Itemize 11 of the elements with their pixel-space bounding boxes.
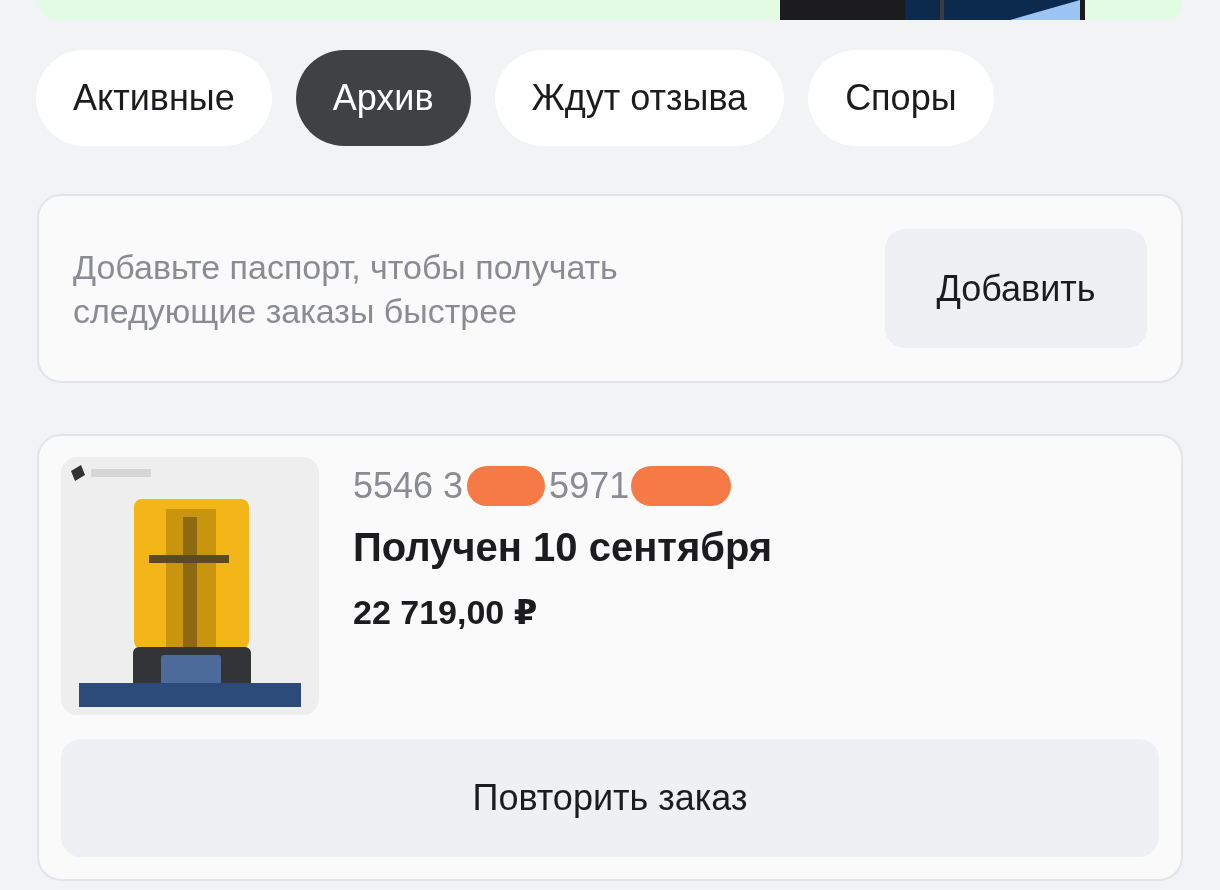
filter-tab[interactable]: Активные <box>36 50 272 146</box>
order-price: 22 719,00 ₽ <box>353 592 539 632</box>
filter-tab[interactable]: Ждут отзыва <box>494 50 785 146</box>
add-button[interactable]: Добавить <box>885 229 1147 348</box>
order-number: 5971 <box>549 465 630 507</box>
notice-text: Добавьте паспорт, чтобы получать следующие заказы быстрее <box>73 246 619 332</box>
filter-tab[interactable]: Архив <box>295 50 471 146</box>
order-number: 5546 3 <box>353 465 464 507</box>
order-status: Получен 10 сентября <box>353 525 773 570</box>
repeat-order-button[interactable]: Повторить заказ <box>61 739 1159 857</box>
filter-tab[interactable]: Споры <box>808 50 994 146</box>
